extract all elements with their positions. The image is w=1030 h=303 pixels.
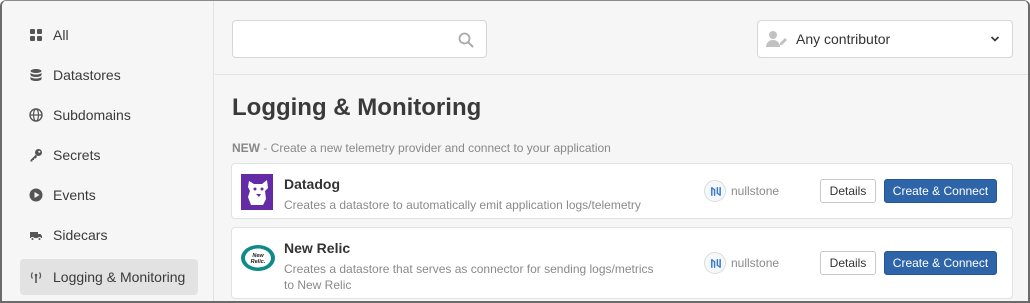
search-icon[interactable] [458, 32, 474, 48]
sidebar-item-label: Datastores [53, 67, 121, 83]
sidebar-item-events[interactable]: Events [20, 177, 198, 213]
page-title: Logging & Monitoring [232, 94, 482, 121]
new-hint-text: - Create a new telemetry provider and co… [260, 141, 611, 155]
content-area: Logging & Monitoring NEW - Create a new … [215, 76, 1028, 301]
database-icon [28, 67, 44, 83]
sidebar-item-label: Sidecars [53, 227, 108, 243]
provider-description: Creates a datastore that serves as conne… [284, 262, 654, 292]
publisher-name: nullstone [731, 184, 780, 198]
provider-name: Datadog [284, 176, 340, 192]
sidebar-item-sidecars[interactable]: Sidecars [20, 217, 198, 253]
chevron-down-icon [990, 36, 1000, 42]
publisher-name: nullstone [731, 256, 780, 270]
sidebar-item-all[interactable]: All [20, 17, 198, 53]
toolbar: Any contributor [215, 1, 1028, 75]
sidebar-item-secrets[interactable]: Secrets [20, 137, 198, 173]
datadog-logo-icon [241, 174, 273, 210]
sidebar-item-label: Secrets [53, 147, 101, 163]
nullstone-icon [704, 180, 726, 202]
provider-card-new-relic: New Relic. New Relic Creates a datastore… [231, 227, 1013, 299]
app-window: All Datastores Subdomains Secrets Events [0, 0, 1030, 303]
grid-icon [28, 27, 44, 43]
details-button[interactable]: Details [820, 179, 876, 203]
sidebar-item-label: All [53, 27, 69, 43]
svg-text:Relic.: Relic. [251, 259, 266, 265]
nullstone-icon [704, 252, 726, 274]
key-icon [28, 147, 44, 163]
sidebar-item-label: Logging & Monitoring [53, 269, 186, 285]
search-input[interactable] [233, 21, 453, 57]
contributor-filter-dropdown[interactable]: Any contributor [757, 20, 1013, 58]
sidebar: All Datastores Subdomains Secrets Events [2, 1, 214, 301]
antenna-icon [28, 269, 44, 285]
sidebar-item-logging-monitoring[interactable]: Logging & Monitoring [20, 259, 198, 295]
provider-card-datadog: Datadog Creates a datastore to automatic… [231, 163, 1013, 219]
contributor-filter-label: Any contributor [796, 31, 891, 47]
new-tag: NEW [232, 141, 260, 155]
provider-description: Creates a datastore to automatically emi… [284, 198, 641, 212]
new-relic-logo-icon: New Relic. [241, 245, 275, 271]
search-box[interactable] [232, 20, 487, 58]
globe-icon [28, 107, 44, 123]
user-edit-icon [766, 31, 787, 47]
details-button[interactable]: Details [820, 251, 876, 275]
sidebar-item-datastores[interactable]: Datastores [20, 57, 198, 93]
new-provider-hint: NEW - Create a new telemetry provider an… [232, 141, 611, 155]
create-connect-button[interactable]: Create & Connect [884, 251, 997, 275]
publisher-badge: nullstone [704, 180, 779, 202]
main-panel: Any contributor Logging & Monitoring NEW… [215, 1, 1028, 301]
play-circle-icon [28, 187, 44, 203]
create-connect-button[interactable]: Create & Connect [884, 179, 997, 203]
publisher-badge: nullstone [704, 252, 779, 274]
sidebar-item-label: Events [53, 187, 96, 203]
provider-name: New Relic [284, 240, 351, 256]
sidebar-item-subdomains[interactable]: Subdomains [20, 97, 198, 133]
sidebar-item-label: Subdomains [53, 107, 131, 123]
truck-icon [28, 227, 44, 243]
